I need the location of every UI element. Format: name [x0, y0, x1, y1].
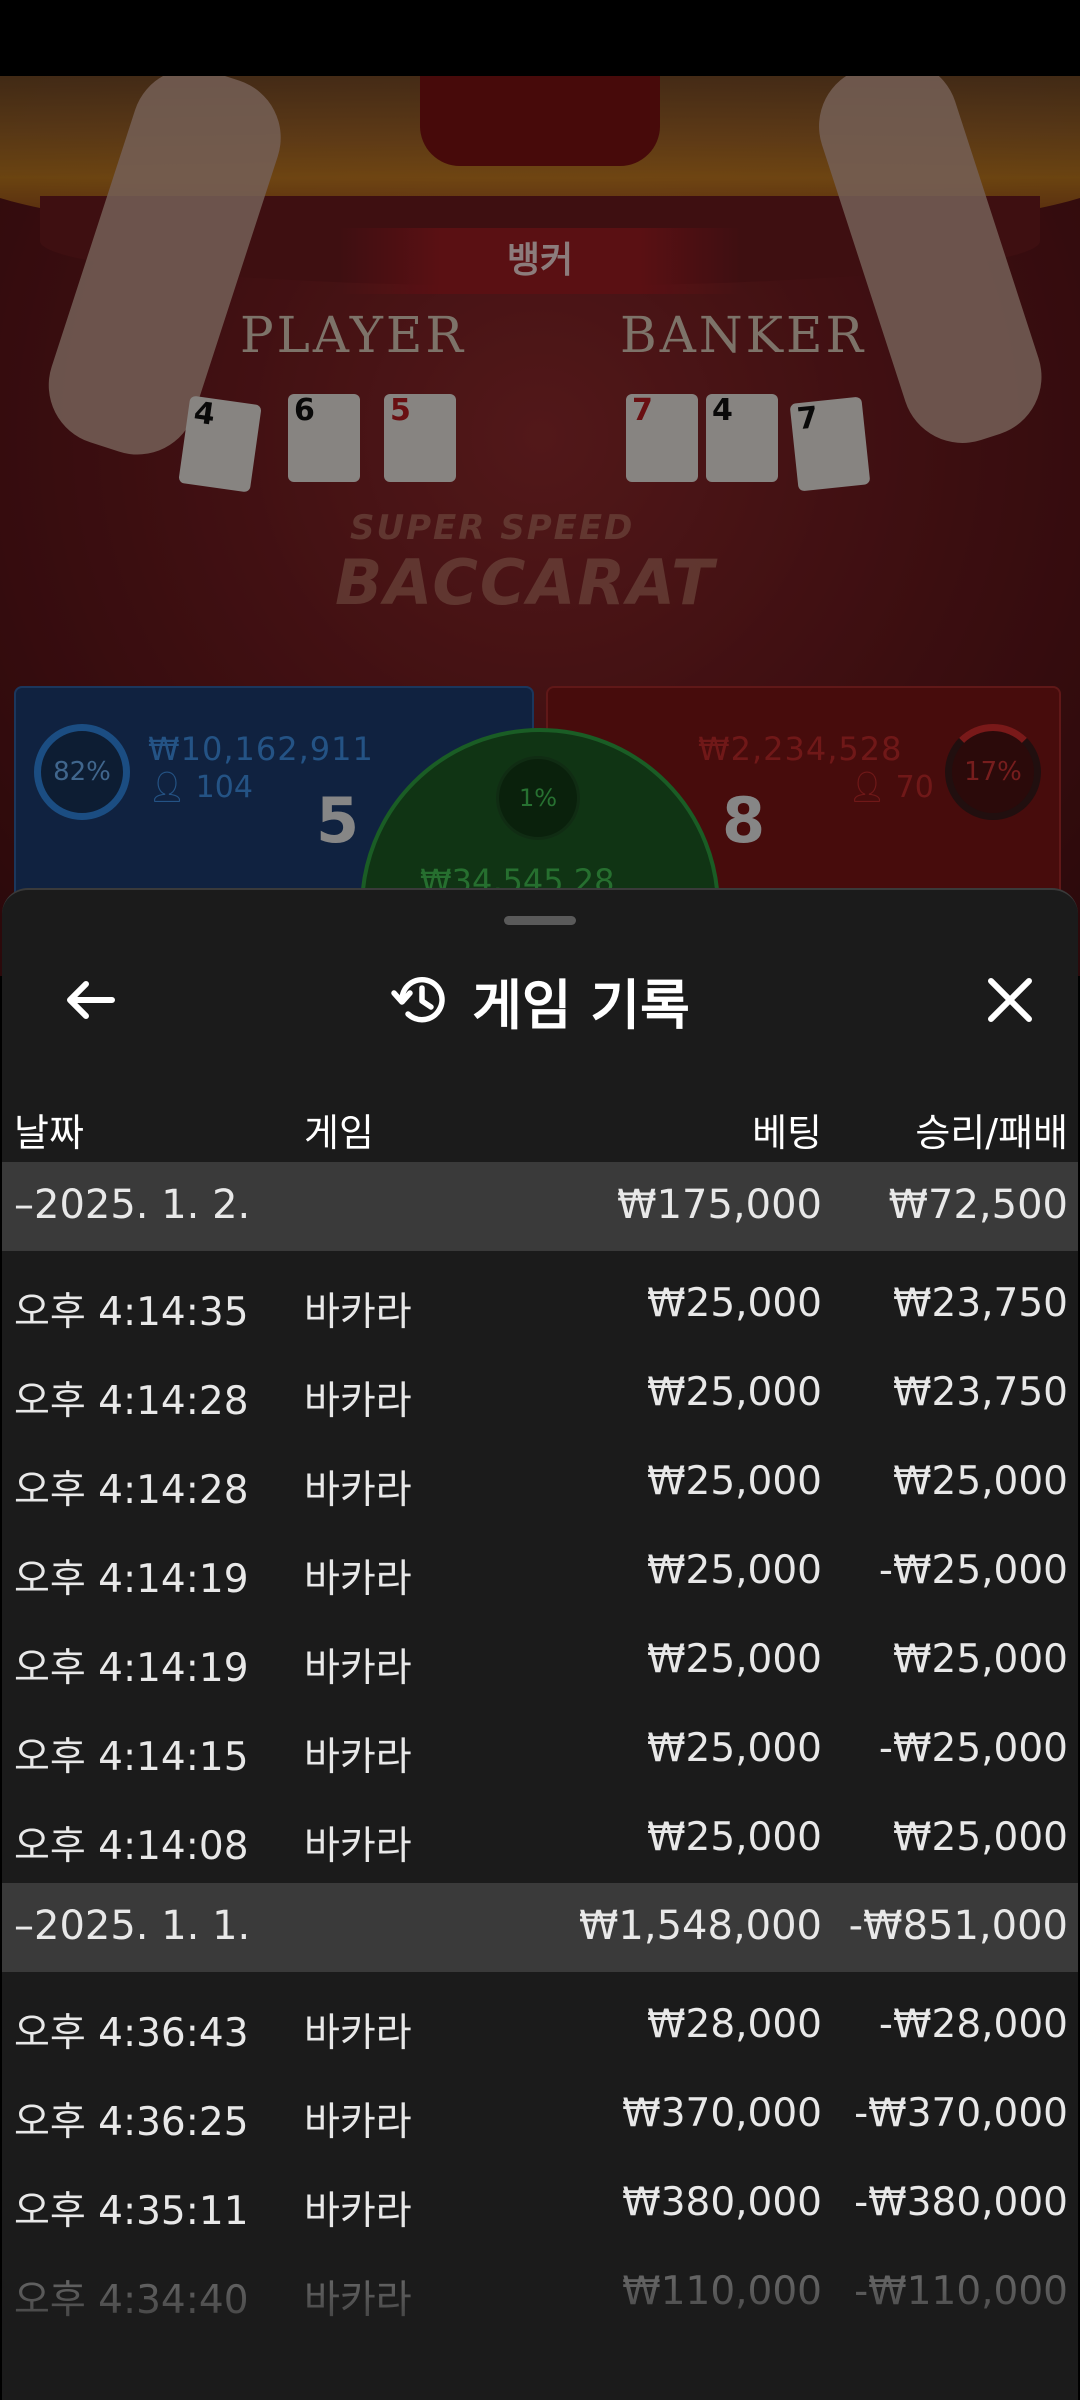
row-bet: ₩370,000	[622, 2091, 822, 2136]
history-row[interactable]: 오후 4:36:43 바카라 ₩28,000 -₩28,000	[2, 1981, 1078, 2070]
history-row[interactable]: 오후 4:35:11 바카라 ₩380,000 -₩380,000	[2, 2159, 1078, 2248]
date-group-header[interactable]: –2025. 1. 1. ₩1,548,000 -₩851,000	[2, 1883, 1078, 1972]
page-title: 게임 기록	[472, 973, 690, 1037]
row-result: -₩25,000	[878, 1548, 1068, 1593]
column-header-date: 날짜	[14, 1111, 84, 1155]
row-bet: ₩25,000	[646, 1281, 822, 1326]
row-game: 바카라	[304, 1468, 412, 1513]
row-bet: ₩25,000	[646, 1726, 822, 1771]
history-row[interactable]: 오후 4:14:08 바카라 ₩25,000 ₩25,000	[2, 1794, 1078, 1883]
history-row[interactable]: 오후 4:14:15 바카라 ₩25,000 -₩25,000	[2, 1705, 1078, 1794]
row-game: 바카라	[304, 1735, 412, 1780]
row-game: 바카라	[304, 1379, 412, 1424]
history-row[interactable]: 오후 4:14:28 바카라 ₩25,000 ₩25,000	[2, 1438, 1078, 1527]
row-result: ₩23,750	[892, 1370, 1068, 1415]
row-time: 오후 4:14:15	[14, 1735, 249, 1780]
row-result: ₩25,000	[892, 1815, 1068, 1860]
row-bet: ₩25,000	[646, 1370, 822, 1415]
row-bet: ₩25,000	[646, 1815, 822, 1860]
row-result: -₩370,000	[854, 2091, 1068, 2136]
row-bet: ₩380,000	[622, 2180, 822, 2225]
sheet-drag-handle[interactable]	[504, 916, 576, 925]
history-row[interactable]: 오후 4:14:28 바카라 ₩25,000 ₩23,750	[2, 1349, 1078, 1438]
row-game: 바카라	[304, 1646, 412, 1691]
row-result: ₩25,000	[892, 1637, 1068, 1682]
close-icon	[988, 978, 1032, 1022]
history-row[interactable]: 오후 4:14:35 바카라 ₩25,000 ₩23,750	[2, 1260, 1078, 1349]
column-header-win-loss: 승리/패배	[915, 1111, 1068, 1155]
scroll-fade	[2, 2280, 1078, 2400]
history-row[interactable]: 오후 4:14:19 바카라 ₩25,000 ₩25,000	[2, 1616, 1078, 1705]
row-result: ₩23,750	[892, 1281, 1068, 1326]
history-icon	[391, 977, 445, 1023]
status-bar	[0, 0, 1080, 76]
row-game: 바카라	[304, 2100, 412, 2145]
row-time: 오후 4:36:43	[14, 2011, 249, 2056]
row-time: 오후 4:14:19	[14, 1557, 249, 1602]
row-result: -₩25,000	[878, 1726, 1068, 1771]
group-win-total: ₩72,500	[888, 1182, 1068, 1228]
date-group-header[interactable]: –2025. 1. 2. ₩175,000 ₩72,500	[2, 1162, 1078, 1251]
row-game: 바카라	[304, 1290, 412, 1335]
table-header: 날짜 게임 베팅 승리/패배	[2, 1078, 1078, 1168]
column-header-game: 게임	[304, 1111, 374, 1155]
row-time: 오후 4:14:28	[14, 1468, 249, 1513]
group-bet-total: ₩175,000	[617, 1182, 822, 1228]
row-result: -₩28,000	[878, 2002, 1068, 2047]
row-game: 바카라	[304, 1557, 412, 1602]
game-history-sheet: 게임 기록 날짜 게임 베팅 승리/패배 –2025. 1. 2. ₩175,0…	[2, 888, 1078, 2400]
row-game: 바카라	[304, 2189, 412, 2234]
row-time: 오후 4:14:35	[14, 1290, 249, 1335]
history-row[interactable]: 오후 4:14:19 바카라 ₩25,000 -₩25,000	[2, 1527, 1078, 1616]
row-time: 오후 4:14:28	[14, 1379, 249, 1424]
group-date: –2025. 1. 2.	[14, 1182, 251, 1228]
row-game: 바카라	[304, 1824, 412, 1869]
group-bet-total: ₩1,548,000	[578, 1903, 822, 1949]
row-time: 오후 4:14:08	[14, 1824, 249, 1869]
row-time: 오후 4:36:25	[14, 2100, 249, 2145]
row-time: 오후 4:35:11	[14, 2189, 249, 2234]
dim-overlay	[0, 76, 1080, 976]
history-row[interactable]: 오후 4:36:25 바카라 ₩370,000 -₩370,000	[2, 2070, 1078, 2159]
column-header-bet: 베팅	[752, 1111, 822, 1155]
row-time: 오후 4:14:19	[14, 1646, 249, 1691]
history-list: –2025. 1. 2. ₩175,000 ₩72,500 오후 4:14:35…	[2, 1162, 1078, 2337]
row-bet: ₩25,000	[646, 1637, 822, 1682]
row-result: -₩380,000	[854, 2180, 1068, 2225]
row-result: ₩25,000	[892, 1459, 1068, 1504]
group-date: –2025. 1. 1.	[14, 1903, 251, 1949]
row-bet: ₩28,000	[646, 2002, 822, 2047]
close-button[interactable]	[972, 962, 1048, 1038]
row-game: 바카라	[304, 2011, 412, 2056]
group-win-total: -₩851,000	[848, 1903, 1068, 1949]
row-bet: ₩25,000	[646, 1459, 822, 1504]
row-bet: ₩25,000	[646, 1548, 822, 1593]
sheet-header: 게임 기록	[2, 958, 1078, 1042]
